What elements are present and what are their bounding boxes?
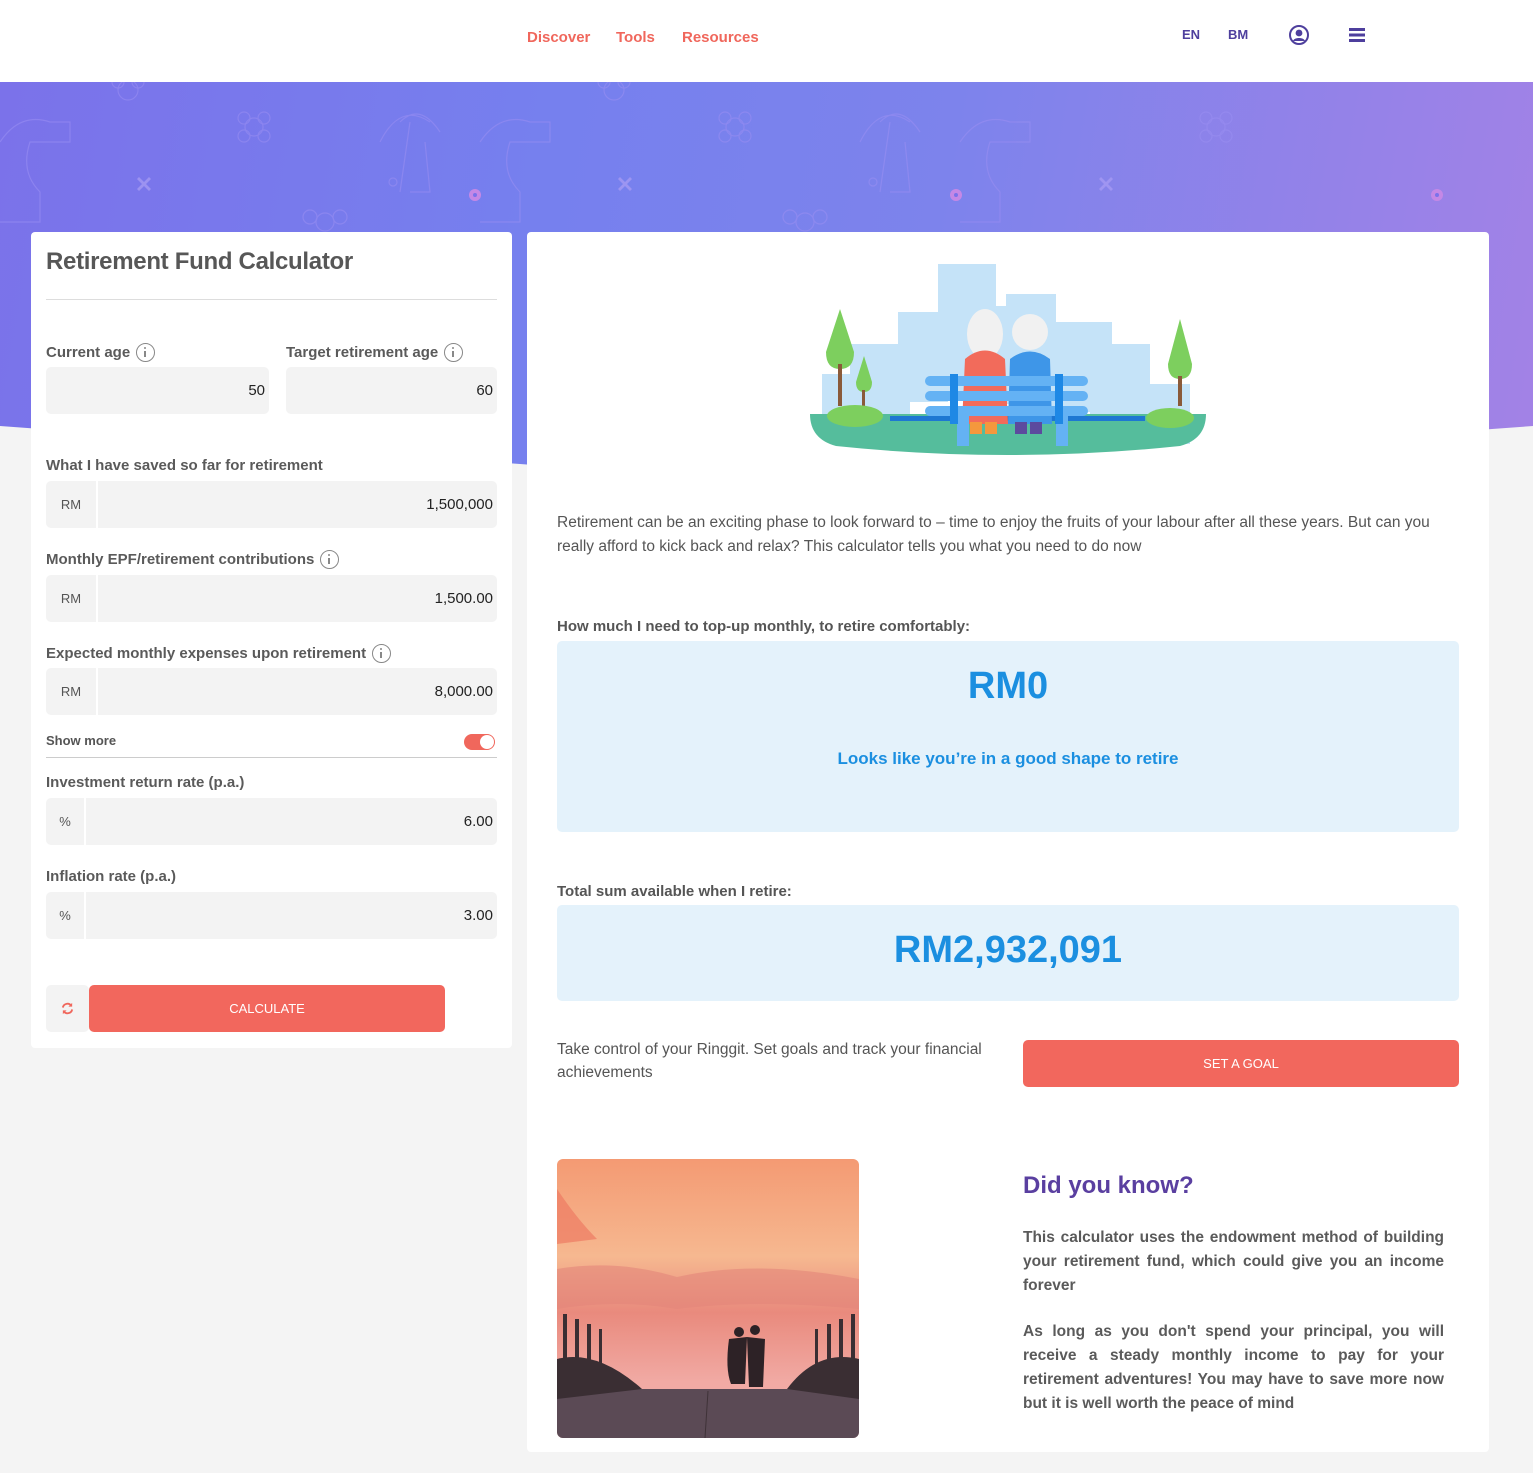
- nav-resources[interactable]: Resources: [682, 29, 759, 46]
- total-label: Total sum available when I retire:: [557, 883, 792, 900]
- total-amount: RM2,932,091: [893, 929, 1123, 971]
- return-rate-label-text: Investment return rate (p.a.): [46, 774, 245, 791]
- target-age-label: Target retirement age: [286, 343, 464, 362]
- topup-amount: RM0: [967, 665, 1049, 707]
- show-more-toggle[interactable]: [464, 734, 495, 750]
- target-age-field[interactable]: [286, 367, 497, 414]
- inflation-label-text: Inflation rate (p.a.): [46, 868, 177, 885]
- user-circle-icon[interactable]: [1289, 25, 1309, 45]
- total-result-box: RM2,932,091: [557, 905, 1459, 1001]
- return-rate-label: Investment return rate (p.a.): [46, 774, 244, 791]
- currency-prefix: RM: [46, 575, 98, 622]
- saved-field[interactable]: RM: [46, 481, 497, 528]
- refresh-icon: [61, 1002, 74, 1015]
- contributions-label: Monthly EPF/retirement contributions: [46, 550, 340, 569]
- info-icon[interactable]: [444, 343, 464, 362]
- show-more-label: Show more: [46, 733, 117, 748]
- hamburger-menu-icon[interactable]: [1349, 28, 1365, 42]
- retirement-couple-illustration: [810, 264, 1206, 455]
- expenses-label: Expected monthly expenses upon retiremen…: [46, 644, 392, 663]
- target-age-input[interactable]: [286, 367, 497, 414]
- nav-tools[interactable]: Tools: [616, 29, 655, 46]
- contributions-input[interactable]: [98, 575, 497, 622]
- expenses-field[interactable]: RM: [46, 668, 497, 715]
- contributions-label-text: Monthly EPF/retirement contributions: [46, 551, 315, 568]
- saved-label: What I have saved so far for retirement: [46, 457, 323, 474]
- current-age-label-text: Current age: [46, 344, 131, 361]
- did-you-know-paragraph: This calculator uses the endowment metho…: [1023, 1229, 1444, 1294]
- inflation-label: Inflation rate (p.a.): [46, 868, 176, 885]
- return-rate-input[interactable]: [86, 798, 497, 845]
- return-rate-field[interactable]: %: [46, 798, 497, 845]
- contributions-field[interactable]: RM: [46, 575, 497, 622]
- expenses-label-text: Expected monthly expenses upon retiremen…: [46, 645, 367, 662]
- current-age-field[interactable]: [46, 367, 269, 414]
- percent-prefix: %: [46, 892, 86, 939]
- info-icon[interactable]: [320, 550, 340, 569]
- info-icon[interactable]: [372, 644, 392, 663]
- did-you-know-title: Did you know?: [1023, 1172, 1194, 1199]
- intro-text: Retirement can be an exciting phase to l…: [557, 514, 1430, 555]
- inflation-input[interactable]: [86, 892, 497, 939]
- saved-input[interactable]: [98, 481, 497, 528]
- sunset-image: [557, 1159, 859, 1438]
- current-age-label: Current age: [46, 343, 156, 362]
- topup-message: Looks like you’re in a good shape to ret…: [837, 749, 1179, 768]
- language-bm[interactable]: BM: [1228, 27, 1248, 42]
- calculator-title: Retirement Fund Calculator: [46, 248, 353, 275]
- target-age-label-text: Target retirement age: [286, 344, 439, 361]
- current-age-input[interactable]: [46, 367, 269, 414]
- topup-label: How much I need to top-up monthly, to re…: [557, 618, 971, 635]
- currency-prefix: RM: [46, 481, 98, 528]
- goal-text: Take control of your Ringgit. Set goals …: [557, 1041, 982, 1081]
- saved-label-text: What I have saved so far for retirement: [46, 457, 323, 474]
- expenses-input[interactable]: [98, 668, 497, 715]
- inflation-field[interactable]: %: [46, 892, 497, 939]
- did-you-know-paragraph: As long as you don't spend your principa…: [1023, 1323, 1444, 1412]
- reset-button[interactable]: [46, 985, 89, 1032]
- currency-prefix: RM: [46, 668, 98, 715]
- set-goal-button[interactable]: SET A GOAL: [1023, 1040, 1459, 1087]
- results-card: Retirement can be an exciting phase to l…: [527, 232, 1489, 1452]
- language-en[interactable]: EN: [1182, 27, 1200, 42]
- percent-prefix: %: [46, 798, 86, 845]
- calculate-button[interactable]: CALCULATE: [89, 985, 445, 1032]
- calculator-card: Retirement Fund Calculator Current age T…: [31, 232, 512, 1048]
- info-icon[interactable]: [136, 343, 156, 362]
- divider: [46, 299, 497, 300]
- nav-discover[interactable]: Discover: [527, 29, 590, 46]
- divider: [46, 757, 497, 758]
- top-navigation-bar: Discover Tools Resources EN BM: [0, 0, 1533, 82]
- couple-sunset-photo: [557, 1159, 859, 1438]
- topup-result-box: RM0 Looks like you’re in a good shape to…: [557, 641, 1459, 832]
